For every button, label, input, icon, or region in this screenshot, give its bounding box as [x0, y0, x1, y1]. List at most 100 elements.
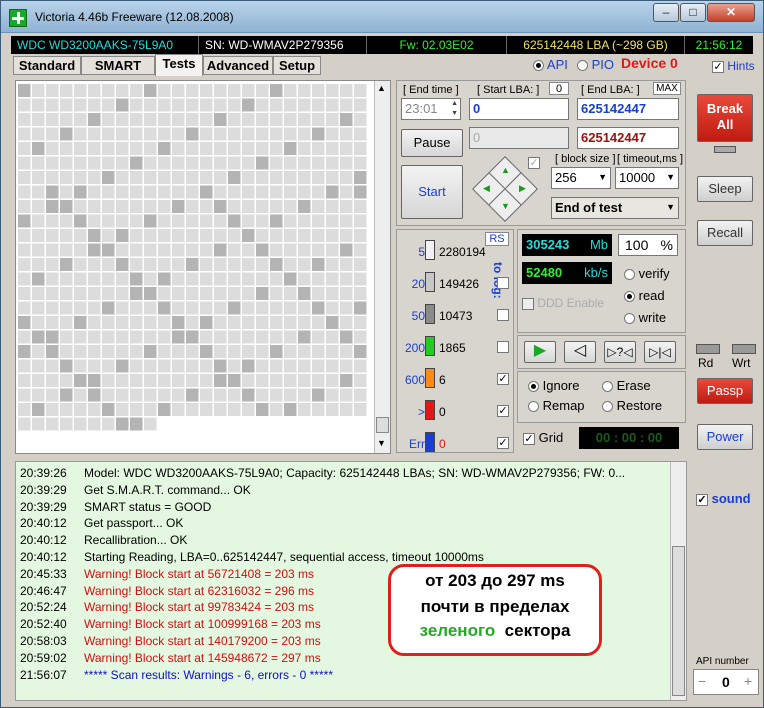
log-scrollbar[interactable] — [670, 462, 686, 700]
minus-icon[interactable]: − — [698, 673, 706, 689]
surface-block — [116, 403, 129, 416]
maximize-button[interactable]: □ — [680, 3, 706, 22]
api-number-stepper[interactable]: − 0 + — [693, 669, 759, 695]
scroll-up-icon[interactable]: ▲ — [377, 83, 386, 93]
stats-row-label: > — [417, 405, 425, 419]
write-radio-dot[interactable] — [624, 313, 635, 325]
tab-smart[interactable]: SMART — [81, 56, 155, 75]
erase-radio-dot[interactable] — [602, 381, 613, 393]
restore-radio[interactable]: Restore — [602, 398, 662, 413]
tab-standard[interactable]: Standard — [13, 56, 81, 75]
hints-checkbox[interactable]: ✓ Hints — [712, 59, 755, 73]
timeout-select[interactable]: 10000 ▼ — [615, 167, 679, 189]
tab-tests[interactable]: Tests — [155, 54, 203, 76]
surface-block — [200, 272, 213, 286]
surface-block — [74, 388, 87, 402]
ddd-enable-check[interactable] — [522, 297, 534, 310]
passp-button[interactable]: Passp — [697, 378, 753, 404]
surface-block — [200, 156, 213, 170]
grid-scrollbar[interactable]: ▲ ▼ — [374, 81, 390, 453]
surface-block — [32, 200, 45, 213]
hints-check-icon[interactable]: ✓ — [712, 60, 724, 73]
surface-block — [326, 287, 339, 300]
tab-advanced[interactable]: Advanced — [203, 56, 273, 75]
stats-row-label: 5 — [418, 245, 425, 259]
read-radio[interactable]: read — [624, 288, 665, 303]
scroll-thumb[interactable] — [376, 417, 389, 433]
remap-radio-dot[interactable] — [528, 401, 539, 413]
surface-block — [354, 200, 367, 213]
pad-lock-checkbox[interactable]: ✓ — [528, 157, 540, 169]
end-of-test-select[interactable]: End of test ▼ — [551, 197, 679, 219]
max-button[interactable]: MAX — [653, 82, 681, 95]
stats-row-log-checkbox[interactable] — [497, 341, 509, 353]
seek-unknown-button[interactable]: ▷?◁ — [604, 341, 636, 363]
spin-icon[interactable]: ▲ ▼ — [451, 99, 458, 119]
sound-checkbox[interactable]: ✓ sound — [696, 491, 751, 506]
log-scroll-thumb[interactable] — [672, 546, 685, 696]
stats-row-log-checkbox[interactable]: ✓ — [497, 437, 509, 449]
surface-block — [326, 330, 339, 344]
surface-block — [228, 345, 241, 358]
start-lba-zero-button[interactable]: 0 — [549, 82, 569, 95]
grid-check-icon[interactable]: ✓ — [523, 432, 535, 445]
minimize-button[interactable]: – — [653, 3, 679, 22]
surface-block — [312, 243, 325, 257]
grid-checkbox[interactable]: ✓ Grid — [523, 430, 563, 445]
surface-block — [116, 156, 129, 170]
arrow-down-icon: ▼ — [501, 201, 510, 211]
surface-block — [60, 156, 73, 170]
ddd-enable-checkbox[interactable]: DDD Enable — [522, 296, 604, 310]
start-button[interactable]: Start — [401, 165, 463, 219]
ignore-radio[interactable]: Ignore — [528, 378, 580, 393]
stats-row-log-checkbox[interactable]: ✓ — [497, 373, 509, 385]
surface-block — [312, 98, 325, 112]
plus-icon[interactable]: + — [744, 673, 752, 689]
read-radio-dot[interactable] — [624, 291, 635, 303]
sound-check-icon[interactable]: ✓ — [696, 493, 708, 506]
scroll-down-icon[interactable]: ▼ — [377, 438, 386, 448]
pause-button[interactable]: Pause — [401, 129, 463, 157]
restore-radio-dot[interactable] — [602, 401, 613, 413]
break-all-button[interactable]: Break All — [697, 94, 753, 142]
log-message: Recallibration... OK — [84, 533, 188, 548]
stats-row-log-checkbox[interactable]: ✓ — [497, 405, 509, 417]
surface-block — [354, 171, 367, 184]
surface-block — [32, 345, 45, 358]
stats-row-log-checkbox[interactable] — [497, 309, 509, 321]
ddd-enable-label: DDD Enable — [537, 296, 605, 310]
write-radio[interactable]: write — [624, 310, 666, 325]
stats-row-log-checkbox[interactable] — [497, 277, 509, 289]
chevron-down-icon: ▼ — [666, 202, 675, 212]
pio-radio[interactable]: PIO — [577, 57, 614, 72]
end-time-input[interactable]: 23:01 ▲ ▼ — [401, 98, 461, 120]
end-lba-input[interactable]: 625142447 — [577, 98, 679, 120]
surface-block — [102, 301, 115, 315]
play-button[interactable]: ▶ — [524, 341, 556, 363]
drive-model: WDC WD3200AAKS-75L9A0 — [11, 36, 199, 54]
verify-radio-dot[interactable] — [624, 269, 635, 281]
power-button[interactable]: Power — [697, 424, 753, 450]
surface-block — [18, 243, 31, 257]
step-button[interactable]: ▷|◁ — [644, 341, 676, 363]
surface-block — [46, 330, 59, 344]
title-bar[interactable]: Victoria 4.46b Freeware (12.08.2008) – □… — [1, 1, 763, 33]
remap-radio[interactable]: Remap — [528, 398, 585, 413]
erase-radio[interactable]: Erase — [602, 378, 651, 393]
start-lba-input[interactable]: 0 — [469, 98, 569, 120]
surface-block — [130, 287, 143, 300]
rewind-button[interactable]: ◁ — [564, 341, 596, 363]
api-radio[interactable]: API — [533, 57, 568, 72]
block-size-select[interactable]: 256 ▼ — [551, 167, 611, 189]
sleep-button[interactable]: Sleep — [697, 176, 753, 202]
recall-button[interactable]: Recall — [697, 220, 753, 246]
surface-block — [144, 359, 157, 373]
ignore-radio-dot[interactable] — [528, 381, 539, 393]
close-button[interactable]: ✕ — [707, 3, 755, 22]
tab-setup[interactable]: Setup — [273, 56, 321, 75]
api-radio-dot[interactable] — [533, 60, 544, 72]
surface-block — [326, 301, 339, 315]
pio-radio-dot[interactable] — [577, 60, 588, 72]
verify-radio[interactable]: verify — [624, 266, 670, 281]
surface-block — [46, 185, 59, 199]
